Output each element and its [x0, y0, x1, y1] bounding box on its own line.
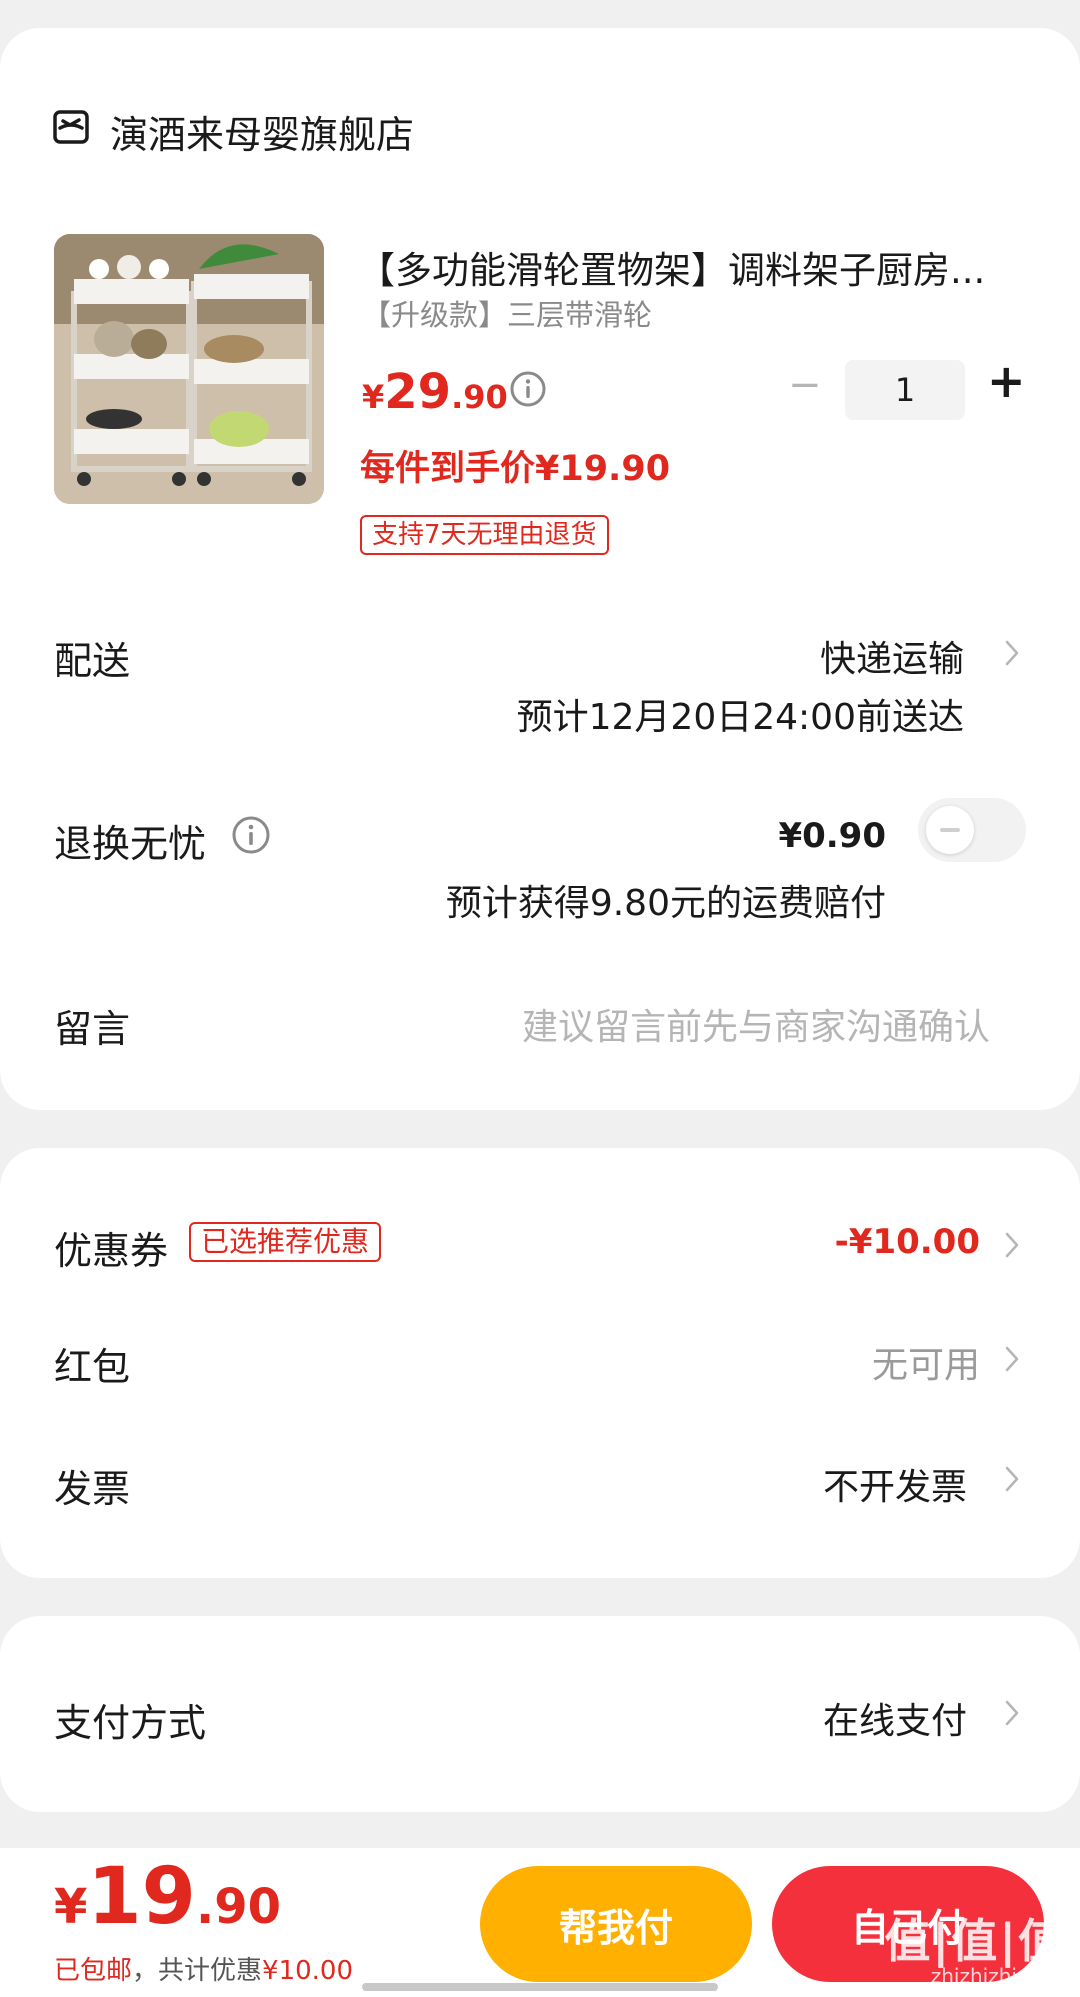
total-integer: 19 [87, 1852, 196, 1942]
invoice-label: 发票 [54, 1467, 131, 1511]
payment-value[interactable]: 在线支付 [823, 1692, 967, 1744]
summary-discount-amount: ¥10.00 [262, 1956, 354, 1986]
coupon-value[interactable]: -¥10.00 [835, 1222, 980, 1262]
redpacket-label: 红包 [54, 1345, 131, 1389]
watermark-url: zhizhizhi.com [930, 1964, 1066, 1988]
total-price: ¥19.90 [54, 1852, 281, 1942]
product-spec[interactable]: 【升级款】三层带滑轮 [362, 292, 652, 334]
price-decimal: .90 [451, 378, 508, 416]
message-label: 留言 [54, 1007, 131, 1051]
return-policy-badge: 支持7天无理由退货 [360, 515, 609, 555]
total-symbol: ¥ [54, 1879, 88, 1935]
summary-discount-text: ，共计优惠 [132, 1956, 263, 1986]
invoice-value[interactable]: 不开发票 [823, 1458, 967, 1510]
quantity-plus-button[interactable]: + [987, 354, 1026, 408]
quantity-value: 1 [894, 371, 916, 409]
store-icon [52, 108, 90, 146]
final-price: 每件到手价¥19.90 [360, 449, 671, 489]
coupon-chevron-icon[interactable] [1005, 1232, 1019, 1258]
redpacket-chevron-icon[interactable] [1005, 1346, 1019, 1372]
product-image[interactable] [54, 234, 324, 504]
return-insurance-info-icon[interactable] [231, 815, 271, 855]
price-info-icon[interactable] [509, 370, 547, 408]
free-shipping-text: 已包邮 [54, 1956, 133, 1986]
delivery-method[interactable]: 快递运输 [820, 630, 964, 682]
redpacket-value[interactable]: 无可用 [872, 1336, 980, 1388]
return-insurance-desc: 预计获得9.80元的运费赔付 [445, 883, 886, 924]
help-pay-label: 帮我付 [558, 1905, 673, 1950]
payment-label: 支付方式 [54, 1701, 207, 1745]
delivery-eta: 预计12月20日24:00前送达 [516, 697, 964, 738]
home-indicator [362, 1983, 718, 1991]
return-insurance-label: 退换无忧 [54, 822, 207, 866]
help-pay-button[interactable]: 帮我付 [480, 1866, 752, 1982]
watermark-logo: 值|值|值 [884, 1914, 1066, 1968]
order-summary: 已包邮，共计优惠¥10.00 [54, 1950, 353, 1987]
invoice-chevron-icon[interactable] [1005, 1466, 1019, 1492]
delivery-label: 配送 [54, 639, 131, 683]
order-card [0, 28, 1080, 1110]
message-input[interactable]: 建议留言前先与商家沟通确认 [522, 998, 990, 1050]
toggle-minus-icon [940, 828, 960, 832]
payment-chevron-icon[interactable] [1005, 1700, 1019, 1726]
product-price: ¥29.90 [362, 364, 508, 420]
price-integer: 29 [384, 364, 452, 420]
coupon-label: 优惠券 [54, 1229, 169, 1273]
return-insurance-toggle[interactable] [918, 798, 1026, 862]
return-insurance-price: ¥0.90 [778, 816, 886, 856]
quantity-input[interactable]: 1 [845, 360, 965, 420]
delivery-chevron-icon[interactable] [1005, 640, 1019, 666]
quantity-minus-button[interactable]: − [788, 362, 822, 408]
store-name[interactable]: 演酒来母婴旗舰店 [110, 104, 414, 159]
price-symbol: ¥ [362, 378, 385, 416]
coupon-recommended-tag: 已选推荐优惠 [189, 1222, 382, 1262]
product-title[interactable]: 【多功能滑轮置物架】调料架子厨房... [358, 240, 985, 294]
total-decimal: .90 [195, 1879, 281, 1935]
toggle-knob [926, 806, 974, 854]
